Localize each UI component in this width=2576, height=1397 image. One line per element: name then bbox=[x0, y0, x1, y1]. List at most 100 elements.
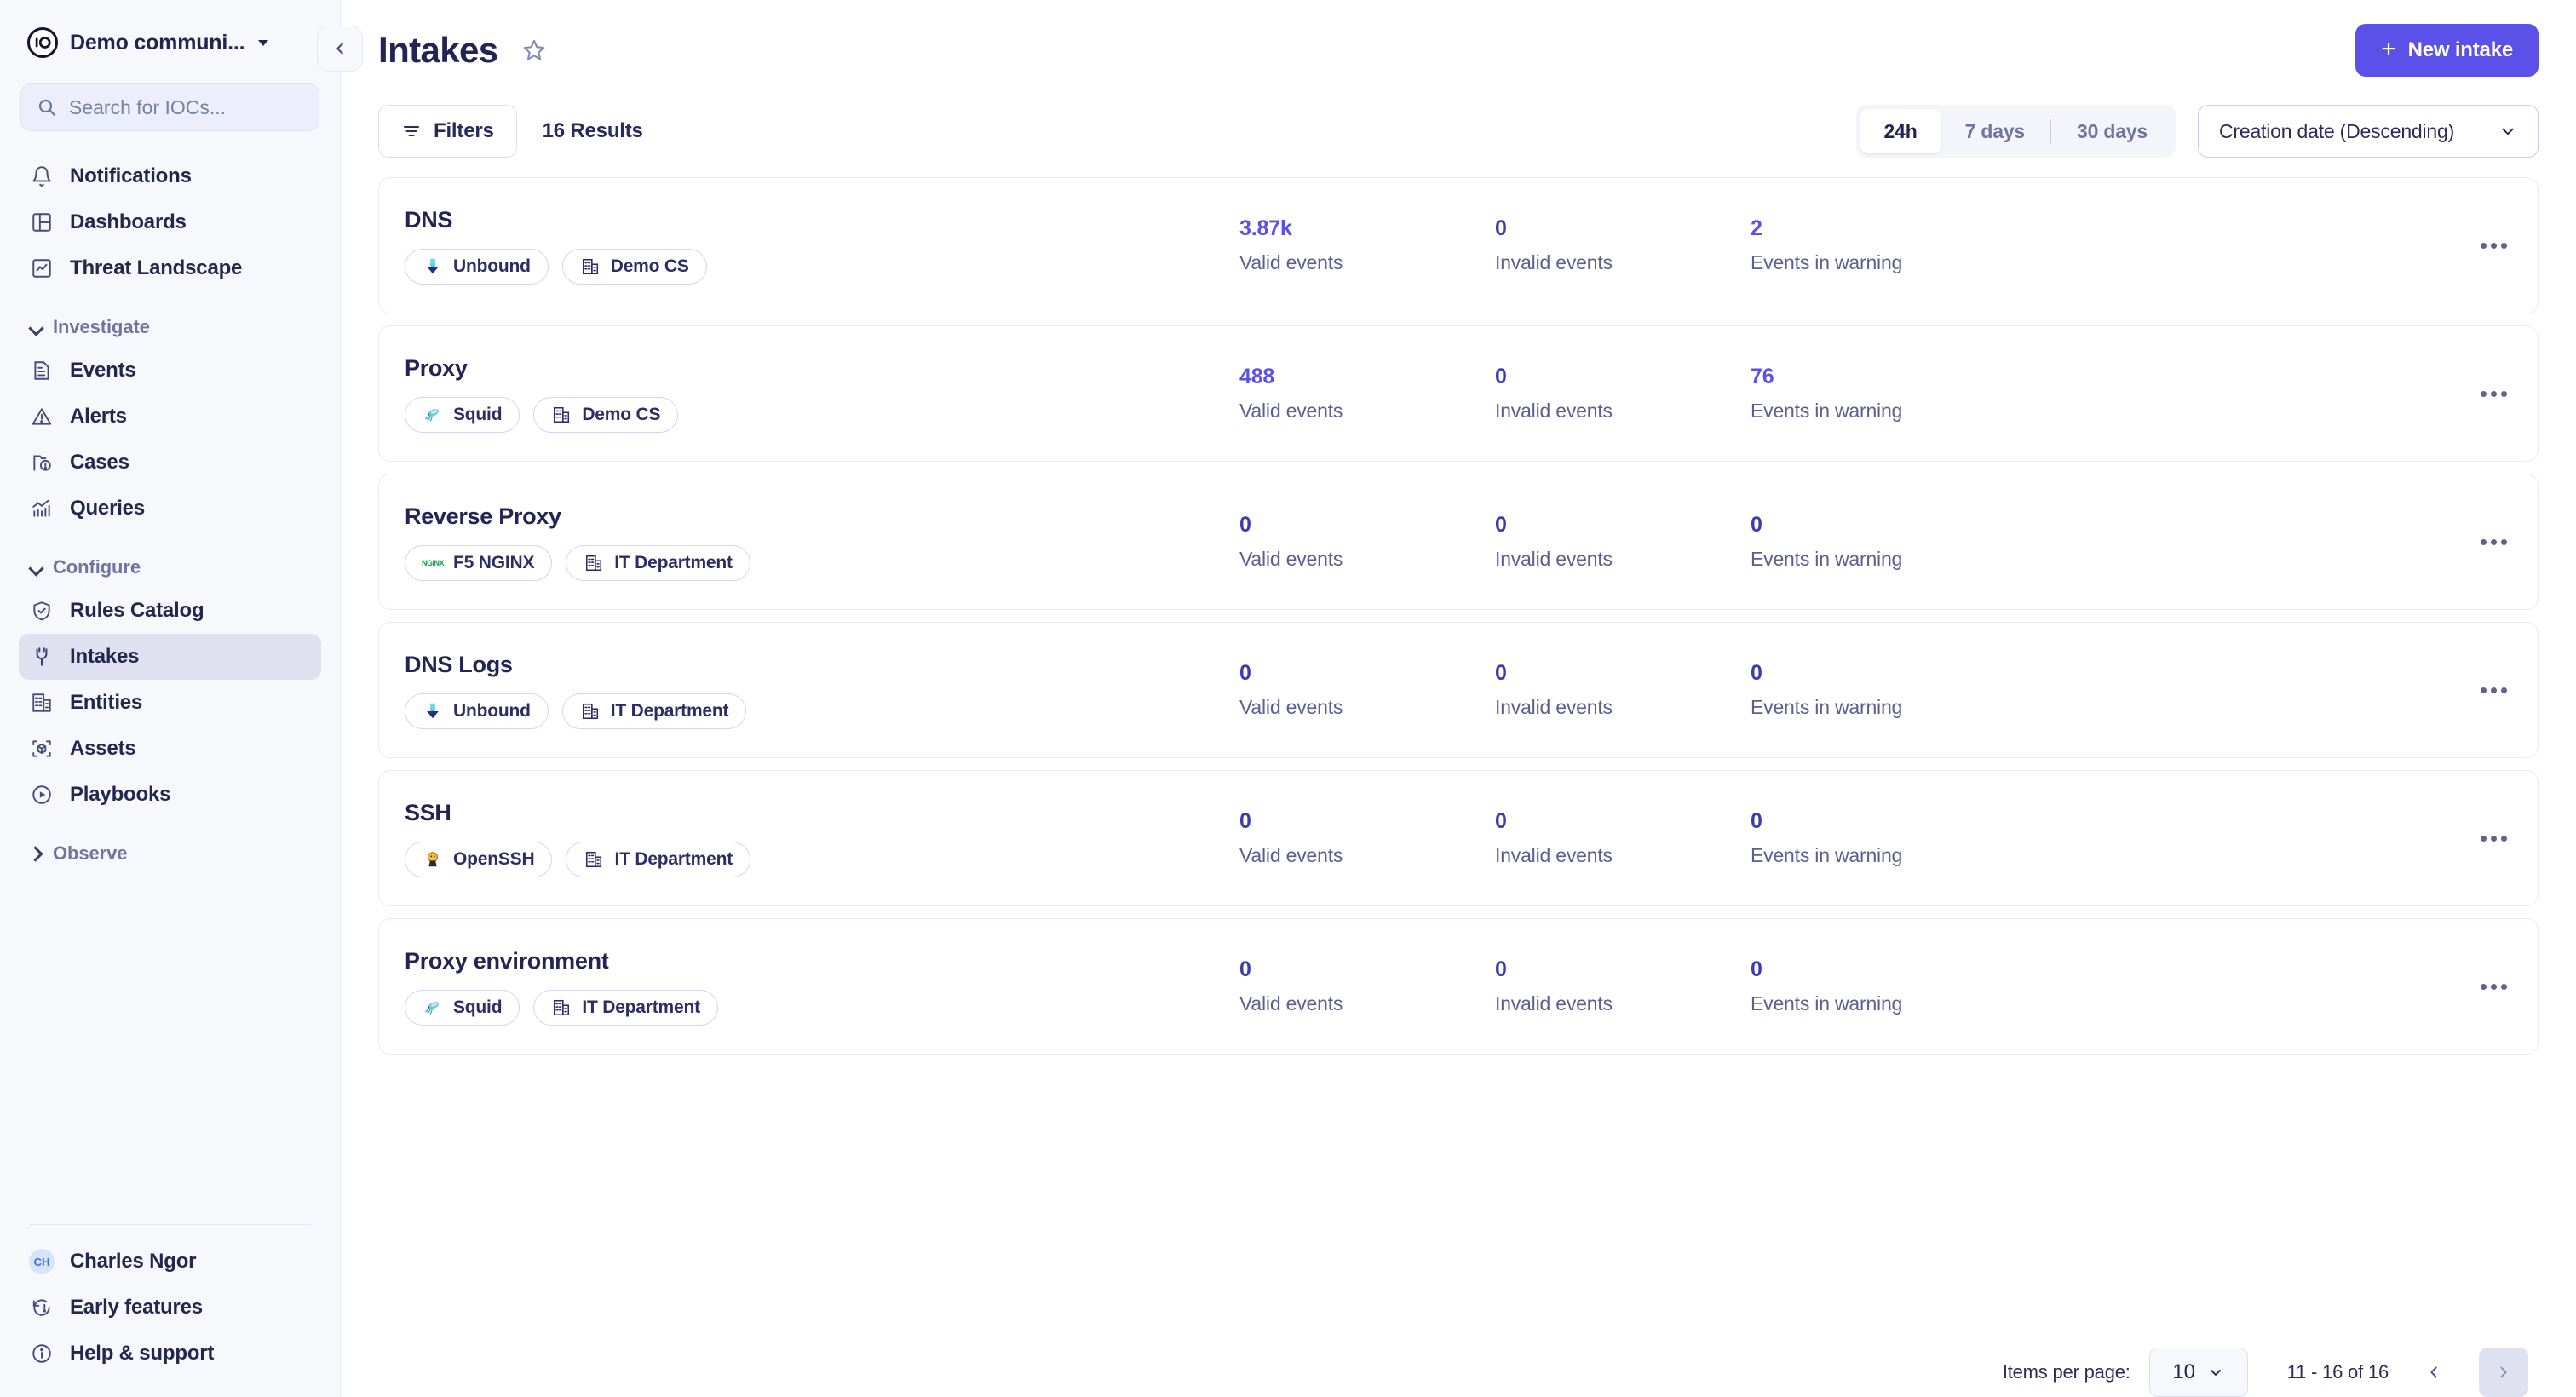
sidebar-item-alerts[interactable]: Alerts bbox=[19, 394, 321, 440]
favorite-button[interactable] bbox=[517, 33, 551, 67]
org-switcher[interactable]: Demo communi... bbox=[20, 22, 319, 63]
pagination-range: 11 - 16 of 16 bbox=[2287, 1361, 2389, 1383]
range-separator bbox=[2050, 119, 2051, 143]
chip[interactable]: IT Department bbox=[533, 990, 718, 1026]
chip[interactable]: IT Department bbox=[566, 545, 750, 581]
items-per-page-select[interactable]: 10 bbox=[2149, 1348, 2248, 1397]
squid-icon bbox=[423, 405, 443, 425]
items-per-page-value: 10 bbox=[2172, 1360, 2195, 1384]
sidebar-item-events[interactable]: Events bbox=[19, 348, 321, 394]
search-input[interactable]: Search for IOCs... bbox=[20, 83, 319, 131]
metrics: 488Valid events0Invalid events76Events i… bbox=[1239, 365, 2512, 423]
chip[interactable]: IT Department bbox=[566, 842, 750, 877]
next-page-button[interactable] bbox=[2479, 1348, 2528, 1397]
chip[interactable]: Demo CS bbox=[533, 397, 678, 433]
sidebar-item-early-features[interactable]: Early features bbox=[19, 1285, 321, 1331]
row-menu-button[interactable] bbox=[2470, 814, 2517, 862]
chip[interactable]: Unbound bbox=[405, 693, 549, 729]
chip-group: Squid Demo CS bbox=[405, 397, 1239, 433]
sidebar-item-threat-landscape[interactable]: Threat Landscape bbox=[19, 245, 321, 291]
metric-value: 76 bbox=[1751, 365, 2006, 389]
building-icon bbox=[584, 849, 604, 870]
sort-value: Creation date (Descending) bbox=[2219, 120, 2498, 143]
metric-invalid-events: 0Invalid events bbox=[1495, 513, 1751, 571]
chip[interactable]: Unbound bbox=[405, 249, 549, 285]
metrics: 0Valid events0Invalid events0Events in w… bbox=[1239, 513, 2512, 571]
sidebar-item-notifications[interactable]: Notifications bbox=[19, 153, 321, 199]
sidebar-group-investigate[interactable]: Investigate bbox=[19, 307, 321, 348]
previous-page-button[interactable] bbox=[2409, 1348, 2458, 1397]
sidebar-item-label: Dashboards bbox=[70, 210, 187, 234]
org-name: Demo communi... bbox=[70, 31, 244, 55]
chip[interactable]: Squid bbox=[405, 990, 520, 1026]
row-menu-button[interactable] bbox=[2470, 666, 2517, 714]
chip-label: Unbound bbox=[453, 701, 531, 721]
filters-button[interactable]: Filters bbox=[378, 105, 517, 158]
row-menu-button[interactable] bbox=[2470, 518, 2517, 566]
row-menu-button[interactable] bbox=[2470, 221, 2517, 269]
tab-24h[interactable]: 24h bbox=[1860, 109, 1941, 153]
cube-scan-icon bbox=[29, 736, 55, 762]
sidebar-item-cases[interactable]: Cases bbox=[19, 440, 321, 486]
intake-name: Reverse Proxy bbox=[405, 503, 1239, 530]
table-row[interactable]: Reverse Proxy NGINXF5 NGINX IT Department 0… bbox=[378, 474, 2539, 610]
sidebar-item-user-profile[interactable]: CH Charles Ngor bbox=[19, 1239, 321, 1285]
table-row[interactable]: Proxy environmentSquidIT Department0Vali… bbox=[378, 918, 2539, 1055]
metric-events-in-warning: 2Events in warning bbox=[1751, 216, 2006, 274]
metric-events-in-warning: 0Events in warning bbox=[1751, 957, 2006, 1015]
sidebar-group-configure[interactable]: Configure bbox=[19, 547, 321, 588]
sidebar-group-observe[interactable]: Observe bbox=[19, 833, 321, 874]
chip[interactable]: Squid bbox=[405, 397, 520, 433]
sidebar-item-rules-catalog[interactable]: Rules Catalog bbox=[19, 588, 321, 634]
sidebar-item-queries[interactable]: Queries bbox=[19, 486, 321, 532]
sidebar-item-entities[interactable]: Entities bbox=[19, 680, 321, 726]
table-row[interactable]: DNS Logs Unbound IT Department 0Valid event… bbox=[378, 622, 2539, 758]
sidebar-item-help-support[interactable]: Help & support bbox=[19, 1331, 321, 1377]
time-range-tabs: 24h 7 days 30 days bbox=[1856, 105, 2176, 158]
metric-value: 0 bbox=[1495, 957, 1751, 982]
intakes-list: DNSUnboundDemo CS3.87kValid events0Inval… bbox=[341, 162, 2576, 1325]
items-per-page-label: Items per page: bbox=[2003, 1361, 2130, 1383]
table-row[interactable]: DNSUnboundDemo CS3.87kValid events0Inval… bbox=[378, 177, 2539, 313]
chip[interactable]: IT Department bbox=[562, 693, 747, 729]
table-row[interactable]: SSHOpenSSHIT Department0Valid events0Inv… bbox=[378, 770, 2539, 906]
chip[interactable]: NGINXF5 NGINX bbox=[405, 545, 552, 581]
tab-30-days[interactable]: 30 days bbox=[2053, 109, 2171, 153]
search-icon bbox=[37, 97, 57, 118]
sidebar-item-label: Events bbox=[70, 359, 136, 382]
nginx-icon: NGINX bbox=[423, 553, 443, 573]
sidebar-item-label: Intakes bbox=[70, 645, 139, 669]
tab-7-days[interactable]: 7 days bbox=[1941, 109, 2049, 153]
intake-name: DNS Logs bbox=[405, 652, 1239, 678]
avatar: CH bbox=[29, 1249, 55, 1274]
metrics: 0Valid events0Invalid events0Events in w… bbox=[1239, 661, 2512, 719]
chart-box-icon bbox=[29, 256, 55, 281]
sidebar-item-assets[interactable]: Assets bbox=[19, 726, 321, 772]
table-row[interactable]: ProxySquidDemo CS488Valid events0Invalid… bbox=[378, 325, 2539, 462]
building-icon bbox=[29, 690, 55, 716]
more-horizontal-icon bbox=[2481, 687, 2507, 693]
metric-events-in-warning: 0Events in warning bbox=[1751, 661, 2006, 719]
intake-info: SSH OpenSSH IT Department bbox=[405, 800, 1239, 877]
case-folder-icon bbox=[29, 450, 55, 475]
sidebar-group-label: Investigate bbox=[53, 316, 150, 338]
io-logo-icon bbox=[27, 27, 58, 58]
sidebar-item-intakes[interactable]: Intakes bbox=[19, 634, 321, 680]
chip-group: OpenSSH IT Department bbox=[405, 842, 1239, 877]
sidebar-item-dashboards[interactable]: Dashboards bbox=[19, 199, 321, 245]
play-circle-icon bbox=[29, 782, 55, 808]
chip[interactable]: Demo CS bbox=[562, 249, 707, 285]
sidebar-collapse-button[interactable] bbox=[317, 26, 363, 72]
row-menu-button[interactable] bbox=[2470, 963, 2517, 1010]
alert-triangle-icon bbox=[29, 404, 55, 429]
chip[interactable]: OpenSSH bbox=[405, 842, 552, 877]
sort-select[interactable]: Creation date (Descending) bbox=[2198, 105, 2539, 158]
intake-name: SSH bbox=[405, 800, 1239, 826]
metrics: 0Valid events0Invalid events0Events in w… bbox=[1239, 957, 2512, 1015]
filters-label: Filters bbox=[434, 119, 494, 143]
row-menu-button[interactable] bbox=[2470, 370, 2517, 417]
metric-events-in-warning: 0Events in warning bbox=[1751, 513, 2006, 571]
sidebar-item-playbooks[interactable]: Playbooks bbox=[19, 772, 321, 818]
metric-label: Events in warning bbox=[1751, 251, 2006, 274]
new-intake-button[interactable]: + New intake bbox=[2355, 24, 2539, 77]
